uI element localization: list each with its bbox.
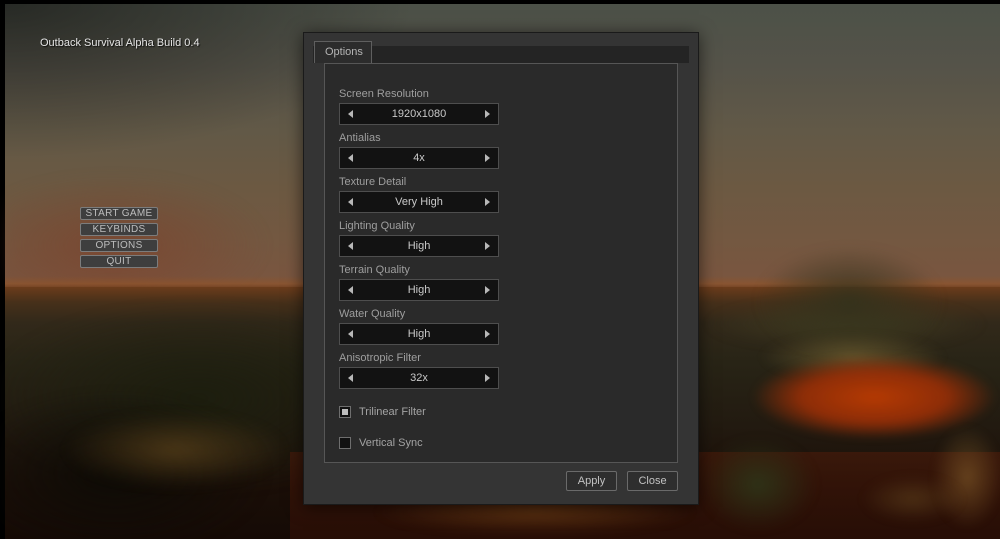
terrain-quality-selector[interactable]: High xyxy=(339,279,499,301)
game-title: Outback Survival Alpha Build 0.4 xyxy=(40,37,200,49)
setting-lighting-quality: Lighting Quality High xyxy=(339,220,677,257)
screen-resolution-selector[interactable]: 1920x1080 xyxy=(339,103,499,125)
setting-anisotropic-filter: Anisotropic Filter 32x xyxy=(339,352,677,389)
setting-label: Anisotropic Filter xyxy=(339,352,677,365)
dialog-button-row: Apply Close xyxy=(566,471,678,491)
tab-options[interactable]: Options xyxy=(314,41,372,63)
arrow-right-icon[interactable] xyxy=(485,154,490,162)
setting-label: Water Quality xyxy=(339,308,677,321)
setting-screen-resolution: Screen Resolution 1920x1080 xyxy=(339,88,677,125)
options-dialog: Options Screen Resolution 1920x1080 Anti… xyxy=(303,32,699,505)
selector-value: 4x xyxy=(340,152,498,164)
lit-foliage-right xyxy=(845,468,980,530)
start-game-button[interactable]: START GAME xyxy=(80,207,158,220)
setting-label: Texture Detail xyxy=(339,176,677,189)
arrow-right-icon[interactable] xyxy=(485,330,490,338)
selector-value: High xyxy=(340,284,498,296)
quit-button[interactable]: QUIT xyxy=(80,255,158,268)
arrow-left-icon[interactable] xyxy=(348,198,353,206)
setting-label: Lighting Quality xyxy=(339,220,677,233)
anisotropic-filter-selector[interactable]: 32x xyxy=(339,367,499,389)
arrow-right-icon[interactable] xyxy=(485,374,490,382)
antialias-selector[interactable]: 4x xyxy=(339,147,499,169)
selector-value: High xyxy=(340,328,498,340)
arrow-left-icon[interactable] xyxy=(348,286,353,294)
apply-button[interactable]: Apply xyxy=(566,471,617,491)
lit-grass-tufts xyxy=(40,400,310,500)
keybinds-button[interactable]: KEYBINDS xyxy=(80,223,158,236)
setting-label: Screen Resolution xyxy=(339,88,677,101)
selector-value: High xyxy=(340,240,498,252)
setting-antialias: Antialias 4x xyxy=(339,132,677,169)
settings-panel: Screen Resolution 1920x1080 Antialias 4x… xyxy=(324,63,678,463)
close-button[interactable]: Close xyxy=(627,471,678,491)
arrow-left-icon[interactable] xyxy=(348,374,353,382)
game-screen: Outback Survival Alpha Build 0.4 START G… xyxy=(0,0,1000,539)
lighting-quality-selector[interactable]: High xyxy=(339,235,499,257)
checkmark-icon xyxy=(342,409,348,415)
arrow-right-icon[interactable] xyxy=(485,286,490,294)
water-quality-selector[interactable]: High xyxy=(339,323,499,345)
setting-terrain-quality: Terrain Quality High xyxy=(339,264,677,301)
checkbox-label: Vertical Sync xyxy=(359,437,423,449)
selector-value: Very High xyxy=(340,196,498,208)
vertical-sync-checkbox[interactable] xyxy=(339,437,351,449)
selector-value: 32x xyxy=(340,372,498,384)
arrow-right-icon[interactable] xyxy=(485,242,490,250)
vertical-sync-row[interactable]: Vertical Sync xyxy=(339,437,677,449)
arrow-right-icon[interactable] xyxy=(485,110,490,118)
arrow-left-icon[interactable] xyxy=(348,154,353,162)
arrow-right-icon[interactable] xyxy=(485,198,490,206)
main-menu: START GAME KEYBINDS OPTIONS QUIT xyxy=(80,207,158,268)
options-button[interactable]: OPTIONS xyxy=(80,239,158,252)
arrow-left-icon[interactable] xyxy=(348,242,353,250)
arrow-left-icon[interactable] xyxy=(348,110,353,118)
selector-value: 1920x1080 xyxy=(340,108,498,120)
setting-water-quality: Water Quality High xyxy=(339,308,677,345)
arrow-left-icon[interactable] xyxy=(348,330,353,338)
texture-detail-selector[interactable]: Very High xyxy=(339,191,499,213)
trilinear-filter-checkbox[interactable] xyxy=(339,406,351,418)
checkbox-label: Trilinear Filter xyxy=(359,406,426,418)
setting-label: Terrain Quality xyxy=(339,264,677,277)
trilinear-filter-row[interactable]: Trilinear Filter xyxy=(339,406,677,418)
setting-texture-detail: Texture Detail Very High xyxy=(339,176,677,213)
setting-label: Antialias xyxy=(339,132,677,145)
